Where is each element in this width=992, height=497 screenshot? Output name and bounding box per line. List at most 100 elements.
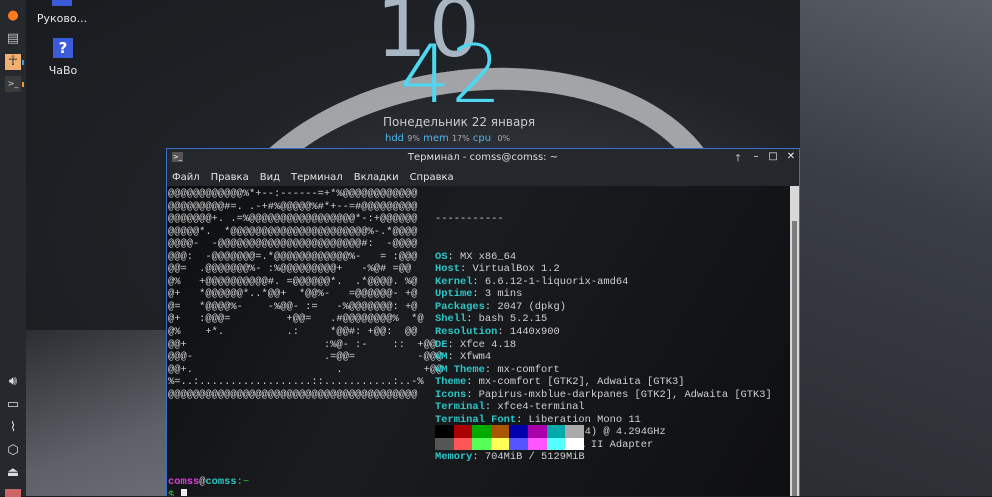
- scrollbar[interactable]: [790, 186, 799, 496]
- info-value: mx-comfort [GTK2], Adwaita [GTK3]: [478, 376, 685, 389]
- desktop-icon-label: Руково...: [36, 12, 88, 25]
- info-label: Host: [435, 263, 460, 276]
- info-value: xfce4-terminal: [497, 401, 585, 414]
- firefox-icon[interactable]: ●: [5, 8, 21, 24]
- info-label: Packages: [435, 300, 485, 313]
- info-value: 6.6.12-1-liquorix-amd64: [484, 275, 629, 288]
- palette-swatch: [453, 437, 473, 450]
- info-value: VirtualBox 1.2: [472, 263, 560, 276]
- palette-swatch: [453, 425, 473, 438]
- info-line: Resolution: 1440x900: [435, 326, 560, 339]
- prompt-user: comss: [168, 476, 200, 488]
- prompt-symbol: $: [168, 488, 175, 496]
- wallpaper-shade-right: [800, 0, 992, 496]
- cpu-label: cpu: [472, 133, 492, 144]
- menu-terminal[interactable]: Терминал: [291, 172, 343, 183]
- volume-icon[interactable]: 🔊︎: [5, 374, 21, 390]
- clock-minutes: 42: [400, 28, 502, 121]
- scrollbar-thumb[interactable]: [792, 221, 797, 496]
- network-icon[interactable]: ▭: [5, 397, 21, 413]
- desktop-icon-faq[interactable]: ? ЧаВо: [28, 38, 98, 77]
- menu-edit[interactable]: Правка: [211, 172, 249, 183]
- info-line: Theme: mx-comfort [GTK2], Adwaita [GTK3]: [435, 376, 685, 389]
- shade-button[interactable]: 🡑: [731, 151, 745, 168]
- window-title: Терминал - comss@comss: ~: [407, 152, 559, 163]
- palette-swatch: [472, 425, 491, 438]
- menu-bar: Файл Правка Вид Терминал Вкладки Справка: [167, 168, 799, 186]
- palette-swatch: [509, 437, 528, 450]
- menu-view[interactable]: Вид: [260, 172, 280, 183]
- info-line: Icons: Papirus-mxblue-darkpanes [GTK2], …: [435, 388, 772, 401]
- prompt-path: :~: [236, 476, 250, 488]
- info-value: bash 5.2.15: [478, 313, 548, 326]
- separator: -----------: [435, 213, 504, 226]
- palette-swatch: [490, 425, 510, 438]
- info-value: 3 mins: [484, 288, 523, 301]
- info-label: Shell: [435, 313, 467, 326]
- desktop-icon-label: ЧаВо: [48, 64, 78, 77]
- system-stats: hdd 9% mem 17% cpu 0%: [385, 133, 510, 144]
- info-line: Host: VirtualBox 1.2: [435, 263, 560, 276]
- guide-icon: [52, 0, 72, 6]
- info-label: Theme: [435, 376, 467, 389]
- info-value: 1440x900: [509, 326, 560, 339]
- palette-swatch: [490, 437, 510, 450]
- mem-value: 17%: [451, 134, 470, 143]
- info-label: WM: [435, 351, 448, 364]
- info-label: Memory: [435, 451, 473, 464]
- info-label: DE: [435, 338, 448, 351]
- palette-swatch: [546, 437, 566, 450]
- info-line: Uptime: 3 mins: [435, 288, 523, 301]
- eject-icon[interactable]: ⏏: [5, 465, 21, 481]
- cpu-value: 0%: [497, 134, 511, 143]
- clock-date: Понедельник 22 января: [383, 115, 536, 129]
- file-manager-icon[interactable]: ▤: [5, 31, 21, 47]
- palette-swatch: [546, 425, 566, 438]
- info-line: Packages: 2047 (dpkg): [435, 300, 566, 313]
- info-value: Papirus-mxblue-darkpanes [GTK2], Adwaita…: [478, 388, 772, 401]
- side-panel: ● ▤ ☥ >_ 🔊︎ ▭ ⌇ ⬡ ⏏: [0, 0, 26, 497]
- info-label: OS: [435, 250, 448, 263]
- info-value: MX x86_64: [459, 250, 517, 263]
- palette-swatch: [435, 437, 454, 450]
- info-line: WM Theme: mx-comfort: [435, 363, 560, 376]
- hdd-value: 9%: [407, 134, 420, 143]
- info-label: Kernel: [435, 275, 473, 288]
- terminal-output[interactable]: @@@@@@@@@@@@%*+--:------=+*%@@@@@@@@@@@@…: [167, 186, 790, 496]
- shell-prompt: comss@comss:~ $: [168, 476, 249, 496]
- menu-help[interactable]: Справка: [410, 172, 454, 183]
- clipboard-icon[interactable]: ⌇: [5, 420, 21, 436]
- palette-swatch: [565, 437, 584, 450]
- menu-tabs[interactable]: Вкладки: [354, 172, 399, 183]
- info-value: 704MiB / 5129MiB: [484, 451, 585, 464]
- help-icon: ?: [53, 38, 73, 58]
- info-line: Shell: bash 5.2.15: [435, 313, 548, 326]
- terminal-icon[interactable]: >_: [5, 76, 21, 92]
- terminal-window: >_ Терминал - comss@comss: ~ 🡑 – □ ✕ Фай…: [166, 148, 800, 496]
- palette-swatch: [565, 425, 584, 438]
- info-label: Terminal: [435, 401, 485, 414]
- palette-swatch: [435, 425, 454, 438]
- palette-swatch: [527, 437, 547, 450]
- info-line: Memory: 704MiB / 5129MiB: [435, 451, 585, 464]
- running-indicator: [22, 60, 24, 65]
- palette-swatch: [509, 425, 528, 438]
- title-bar[interactable]: >_ Терминал - comss@comss: ~ 🡑 – □ ✕: [167, 149, 799, 168]
- color-palette: [435, 425, 584, 450]
- mx-tools-icon[interactable]: ☥: [5, 54, 21, 70]
- ascii-logo: @@@@@@@@@@@@%*+--:------=+*%@@@@@@@@@@@@…: [168, 188, 443, 401]
- info-value: Xfwm4: [459, 351, 492, 364]
- desktop-icon-guide[interactable]: Руково...: [27, 0, 97, 25]
- package-icon[interactable]: ⬡: [5, 443, 21, 459]
- menu-file[interactable]: Файл: [172, 172, 200, 183]
- cursor: [180, 488, 187, 496]
- info-line: Kernel: 6.6.12-1-liquorix-amd64: [435, 275, 629, 288]
- close-button[interactable]: ✕: [784, 151, 798, 162]
- maximize-button[interactable]: □: [766, 151, 780, 162]
- info-label: WM Theme: [435, 363, 485, 376]
- info-line: WM: Xfwm4: [435, 351, 492, 364]
- info-value: Xfce 4.18: [459, 338, 517, 351]
- info-value: 2047 (dpkg): [497, 300, 566, 313]
- info-label: Resolution: [435, 326, 498, 339]
- minimize-button[interactable]: –: [749, 151, 763, 162]
